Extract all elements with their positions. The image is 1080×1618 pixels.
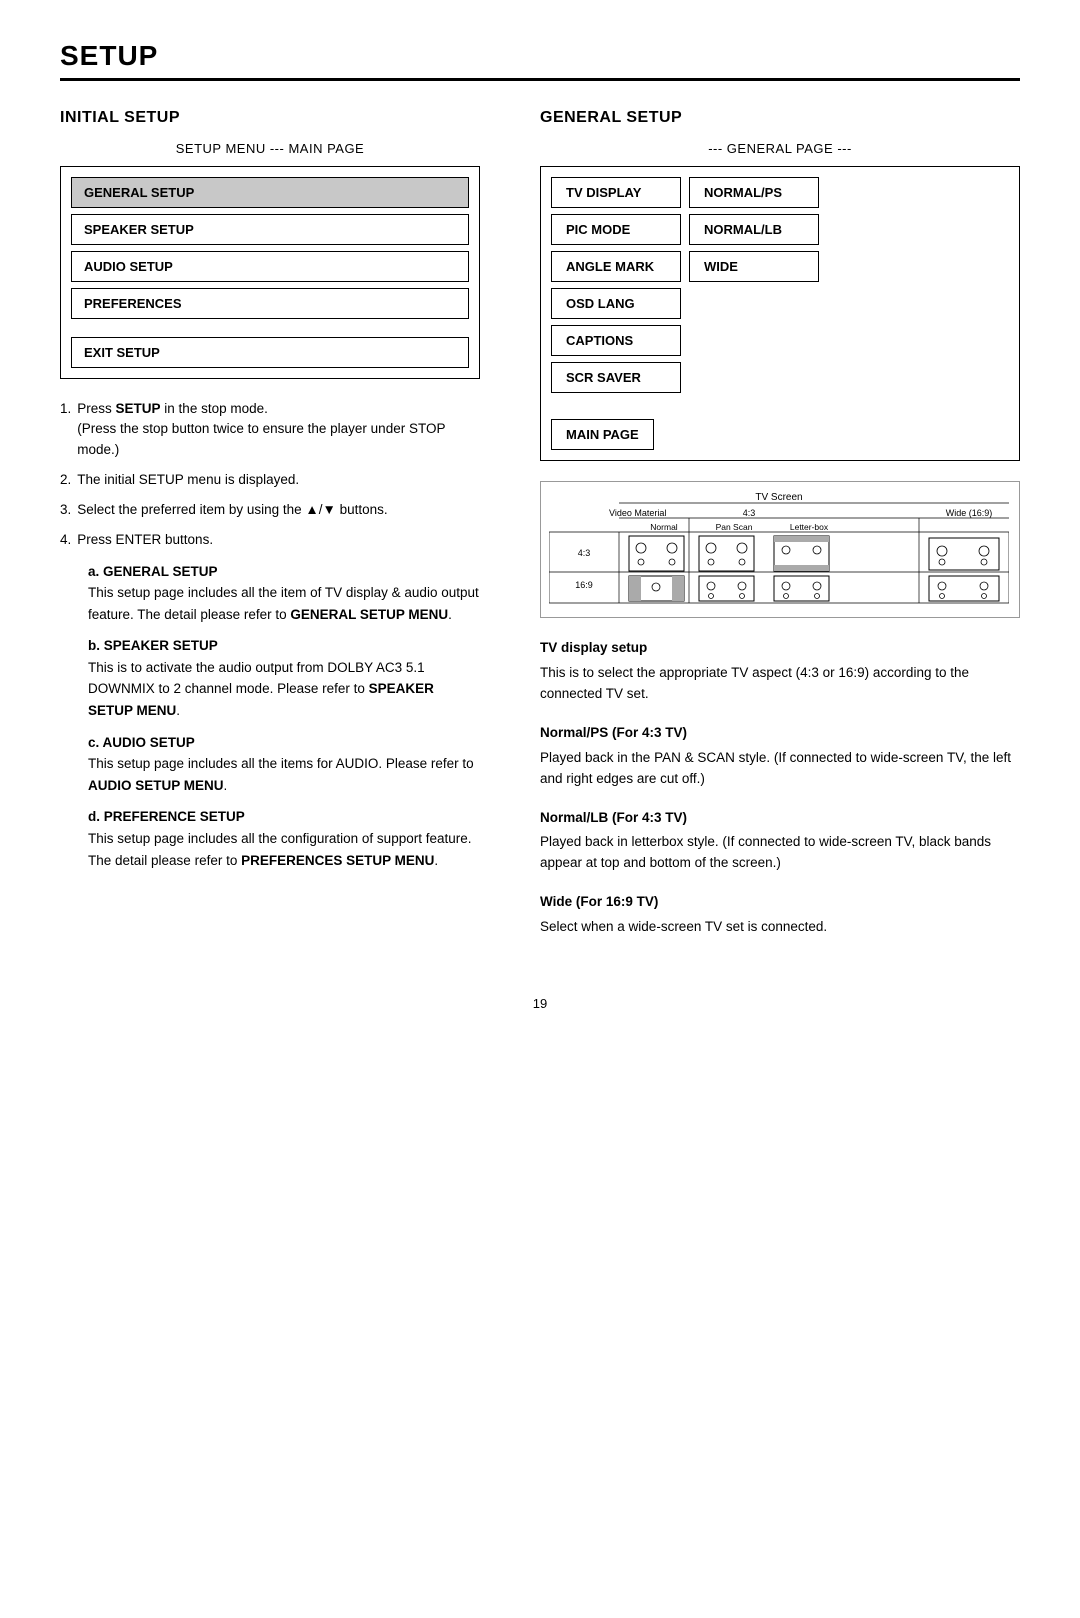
svg-text:Normal: Normal xyxy=(650,522,678,532)
gen-cell-normal-lb[interactable]: NORMAL/LB xyxy=(689,214,819,245)
sub-item-b: b. SPEAKER SETUP This is to activate the… xyxy=(88,635,480,721)
info-tv-display-text: This is to select the appropriate TV asp… xyxy=(540,663,1020,705)
menu-item-audio-setup[interactable]: AUDIO SETUP xyxy=(71,251,469,282)
sub-item-d: d. PREFERENCE SETUP This setup page incl… xyxy=(88,806,480,871)
main-page-button[interactable]: MAIN PAGE xyxy=(551,419,654,450)
sub-item-b-label: b. SPEAKER SETUP xyxy=(88,638,218,653)
initial-setup-menu: GENERAL SETUP SPEAKER SETUP AUDIO SETUP … xyxy=(60,166,480,379)
instruction-3: 3. Select the preferred item by using th… xyxy=(60,500,480,520)
general-setup-subtitle: --- GENERAL PAGE --- xyxy=(540,141,1020,156)
svg-text:4:3: 4:3 xyxy=(743,508,756,518)
sub-item-c-label: c. AUDIO SETUP xyxy=(88,735,195,750)
menu-item-preferences[interactable]: PREFERENCES xyxy=(71,288,469,319)
gen-cell-wide[interactable]: WIDE xyxy=(689,251,819,282)
general-setup-title: GENERAL SETUP xyxy=(540,109,1020,127)
info-normal-ps-text: Played back in the PAN & SCAN style. (If… xyxy=(540,748,1020,790)
instr-num-3: 3. xyxy=(60,500,71,520)
info-wide-text: Select when a wide-screen TV set is conn… xyxy=(540,917,1020,938)
info-tv-display: TV display setup This is to select the a… xyxy=(540,638,1020,705)
instr-text-3: Select the preferred item by using the ▲… xyxy=(77,500,387,520)
info-normal-lb-title: Normal/LB (For 4:3 TV) xyxy=(540,808,1020,829)
gen-cell-tv-display[interactable]: TV DISPLAY xyxy=(551,177,681,208)
gen-cell-scr-saver[interactable]: SCR SAVER xyxy=(551,362,681,393)
info-tv-display-title: TV display setup xyxy=(540,638,1020,659)
svg-text:Letter-box: Letter-box xyxy=(790,522,829,532)
instruction-2: 2. The initial SETUP menu is displayed. xyxy=(60,470,480,490)
svg-text:Pan Scan: Pan Scan xyxy=(716,522,753,532)
instr-text-4: Press ENTER buttons. xyxy=(77,530,213,550)
gen-row-pic-mode: PIC MODE NORMAL/LB xyxy=(551,214,1009,245)
svg-text:4:3: 4:3 xyxy=(578,548,591,558)
instr-text-1: Press SETUP in the stop mode.(Press the … xyxy=(77,399,480,460)
svg-text:Video Material: Video Material xyxy=(609,508,666,518)
initial-setup-subtitle: SETUP MENU --- MAIN PAGE xyxy=(60,141,480,156)
gen-row-tv-display: TV DISPLAY NORMAL/PS xyxy=(551,177,1009,208)
sub-item-c: c. AUDIO SETUP This setup page includes … xyxy=(88,732,480,797)
info-normal-lb: Normal/LB (For 4:3 TV) Played back in le… xyxy=(540,808,1020,875)
gen-cell-osd-lang[interactable]: OSD LANG xyxy=(551,288,681,319)
gen-cell-captions[interactable]: CAPTIONS xyxy=(551,325,681,356)
sub-item-a-label: a. GENERAL SETUP xyxy=(88,564,218,579)
sub-item-d-label: d. PREFERENCE SETUP xyxy=(88,809,245,824)
info-normal-ps: Normal/PS (For 4:3 TV) Played back in th… xyxy=(540,723,1020,790)
tv-diagram: TV Screen Video Material 4:3 Wide (16:9)… xyxy=(540,481,1020,618)
info-normal-ps-title: Normal/PS (For 4:3 TV) xyxy=(540,723,1020,744)
gen-row-scr-saver: SCR SAVER xyxy=(551,362,1009,393)
instruction-4: 4. Press ENTER buttons. xyxy=(60,530,480,550)
initial-setup-title: INITIAL SETUP xyxy=(60,109,480,127)
sub-item-a: a. GENERAL SETUP This setup page include… xyxy=(88,561,480,626)
gen-row-osd-lang: OSD LANG xyxy=(551,288,1009,319)
gen-cell-pic-mode[interactable]: PIC MODE xyxy=(551,214,681,245)
gen-cell-angle-mark[interactable]: ANGLE MARK xyxy=(551,251,681,282)
gen-row-angle-mark: ANGLE MARK WIDE xyxy=(551,251,1009,282)
svg-text:Wide (16:9): Wide (16:9) xyxy=(946,508,993,518)
general-setup-menu: TV DISPLAY NORMAL/PS PIC MODE NORMAL/LB … xyxy=(540,166,1020,461)
tv-diagram-svg: TV Screen Video Material 4:3 Wide (16:9)… xyxy=(549,488,1009,608)
instruction-1: 1. Press SETUP in the stop mode.(Press t… xyxy=(60,399,480,460)
page-number: 19 xyxy=(60,996,1020,1011)
info-wide-title: Wide (For 16:9 TV) xyxy=(540,892,1020,913)
initial-setup-section: INITIAL SETUP SETUP MENU --- MAIN PAGE G… xyxy=(60,109,480,881)
main-page-area: MAIN PAGE xyxy=(551,409,1009,450)
page-title: SETUP xyxy=(60,40,1020,81)
instr-text-2: The initial SETUP menu is displayed. xyxy=(77,470,299,490)
menu-item-speaker-setup[interactable]: SPEAKER SETUP xyxy=(71,214,469,245)
svg-text:16:9: 16:9 xyxy=(575,580,593,590)
gen-row-captions: CAPTIONS xyxy=(551,325,1009,356)
general-setup-section: GENERAL SETUP --- GENERAL PAGE --- TV DI… xyxy=(540,109,1020,956)
gen-cell-normal-ps[interactable]: NORMAL/PS xyxy=(689,177,819,208)
instr-num-2: 2. xyxy=(60,470,71,490)
instr-num-1: 1. xyxy=(60,399,71,460)
svg-text:TV Screen: TV Screen xyxy=(755,492,802,503)
menu-item-exit-setup[interactable]: EXIT SETUP xyxy=(71,337,469,368)
instructions-list: 1. Press SETUP in the stop mode.(Press t… xyxy=(60,399,480,871)
menu-item-general-setup[interactable]: GENERAL SETUP xyxy=(71,177,469,208)
info-wide: Wide (For 16:9 TV) Select when a wide-sc… xyxy=(540,892,1020,938)
info-normal-lb-text: Played back in letterbox style. (If conn… xyxy=(540,832,1020,874)
instr-num-4: 4. xyxy=(60,530,71,550)
